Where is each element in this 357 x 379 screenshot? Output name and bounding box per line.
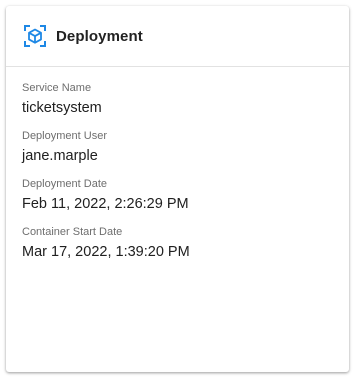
field-value: ticketsystem bbox=[22, 100, 102, 116]
card-header: Deployment bbox=[6, 6, 349, 67]
field-container-start-date: Container Start Date Mar 17, 2022, 1:39:… bbox=[22, 225, 349, 273]
card-body: Service Name ticketsystem Deployment Use… bbox=[6, 67, 349, 273]
field-service-name: Service Name ticketsystem bbox=[22, 81, 349, 129]
deployment-card: Deployment Service Name ticketsystem Dep… bbox=[6, 6, 349, 372]
field-label: Deployment Date bbox=[22, 178, 107, 190]
field-deployment-user: Deployment User jane.marple bbox=[22, 129, 349, 177]
card-title: Deployment bbox=[56, 27, 143, 45]
field-label: Service Name bbox=[22, 82, 92, 94]
field-deployment-date: Deployment Date Feb 11, 2022, 2:26:29 PM bbox=[22, 177, 349, 225]
field-value: Feb 11, 2022, 2:26:29 PM bbox=[22, 196, 189, 212]
field-value: jane.marple bbox=[22, 148, 98, 164]
deployment-cube-icon bbox=[23, 24, 47, 48]
field-value: Mar 17, 2022, 1:39:20 PM bbox=[22, 244, 190, 260]
field-label: Deployment User bbox=[22, 130, 107, 142]
field-label: Container Start Date bbox=[22, 226, 123, 238]
